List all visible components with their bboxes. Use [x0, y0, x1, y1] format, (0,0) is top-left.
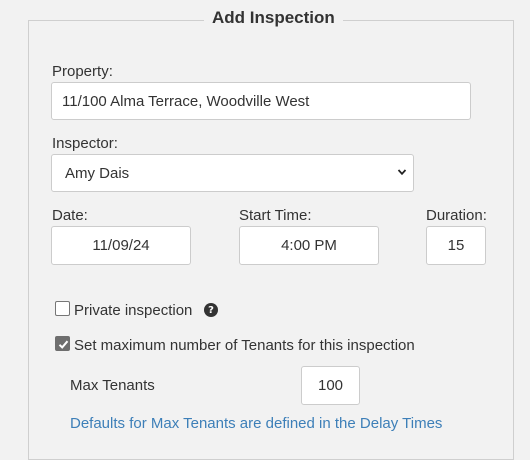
private-inspection-checkbox[interactable]	[55, 301, 70, 316]
max-tenants-value: 100	[317, 377, 344, 394]
form-title: Add Inspection	[204, 8, 343, 28]
duration-value: 15	[447, 237, 465, 254]
question-circle-icon[interactable]: ?	[204, 303, 218, 317]
start-time-value: 4:00 PM	[281, 237, 337, 254]
delay-times-link[interactable]: Defaults for Max Tenants are defined in …	[70, 415, 442, 432]
max-tenants-label: Max Tenants	[70, 377, 155, 394]
inspector-selected-value: Amy Dais	[65, 164, 130, 182]
max-tenants-input[interactable]: 100	[301, 366, 360, 405]
property-input[interactable]: 11/100 Alma Terrace, Woodville West	[51, 82, 471, 120]
chevron-down-icon	[397, 169, 407, 176]
date-input[interactable]: 11/09/24	[51, 226, 191, 265]
start-time-input[interactable]: 4:00 PM	[239, 226, 379, 265]
duration-input[interactable]: 15	[426, 226, 486, 265]
private-inspection-label: Private inspection	[74, 302, 193, 319]
duration-label: Duration:	[426, 207, 487, 224]
date-value: 11/09/24	[92, 237, 150, 254]
property-label: Property:	[52, 63, 113, 80]
inspector-select[interactable]: Amy Dais	[51, 154, 414, 192]
max-tenants-checkbox[interactable]	[55, 336, 70, 351]
inspector-label: Inspector:	[52, 135, 118, 152]
checkmark-icon	[58, 340, 69, 349]
date-label: Date:	[52, 207, 88, 224]
start-time-label: Start Time:	[239, 207, 312, 224]
property-value: 11/100 Alma Terrace, Woodville West	[62, 92, 310, 110]
max-tenants-toggle-label: Set maximum number of Tenants for this i…	[74, 337, 415, 354]
